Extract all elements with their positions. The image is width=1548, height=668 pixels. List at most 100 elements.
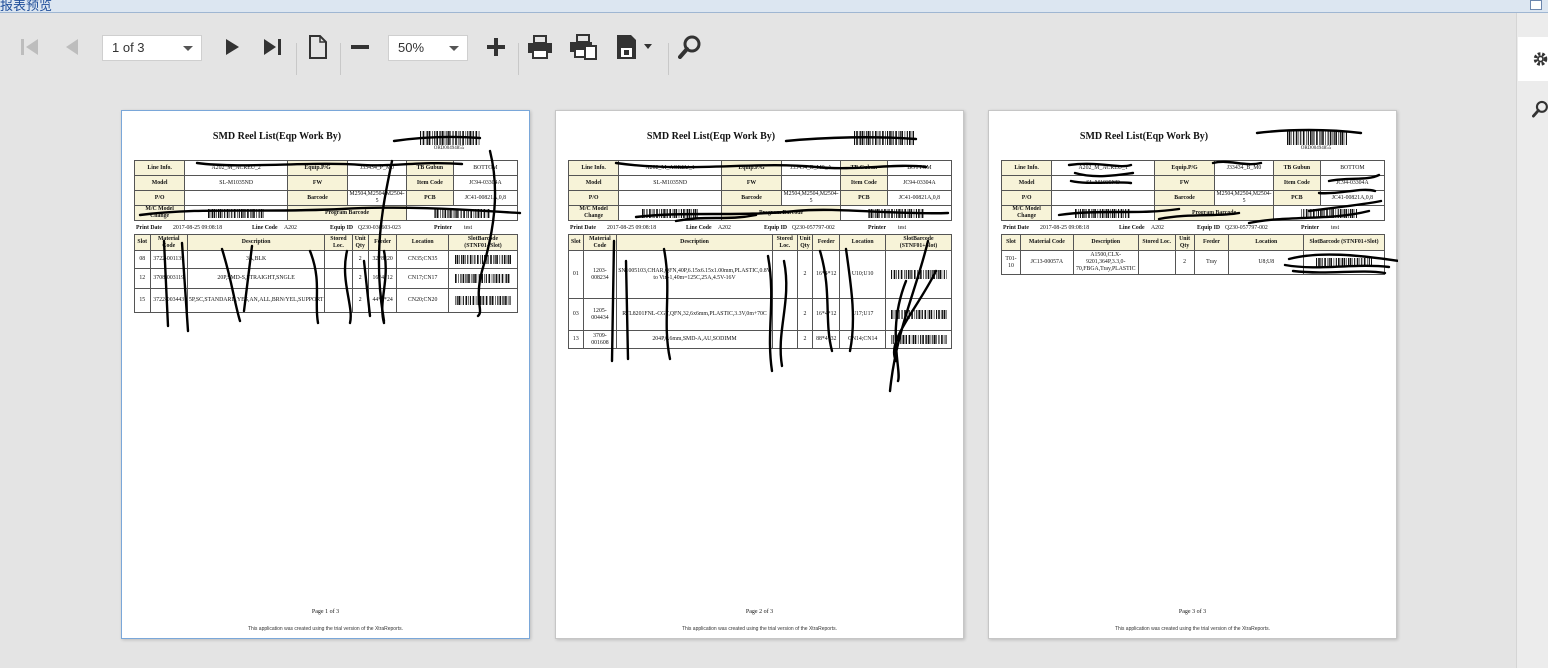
feeder-cell: 44*4*24	[367, 288, 398, 313]
window-titlebar: 报表预览	[0, 0, 1548, 13]
equip-id-label: Equip ID	[764, 225, 788, 231]
line-info-value: A202_M_ACREU_1	[1051, 160, 1156, 176]
column-header: Feeder	[1193, 234, 1230, 251]
feeder-cell: 32*8*20	[367, 250, 398, 269]
barcode-image	[867, 208, 924, 218]
barcode-image	[420, 131, 480, 145]
zoom-in-icon[interactable]	[482, 13, 510, 81]
tb-gubun-label: TB Gubun	[1272, 160, 1321, 176]
location-cell: CN14;CN14	[839, 330, 886, 349]
line-code-value: A202	[284, 225, 297, 231]
mc-model-change-label: M/C Model Change	[133, 205, 186, 221]
report-page-1[interactable]: SMD Reel List(Eqp Work By) ORD00494855 L…	[121, 110, 530, 639]
stored-loc-cell	[324, 250, 353, 269]
column-header: Unit Qty	[1174, 234, 1195, 251]
report-page-2[interactable]: SMD Reel List(Eqp Work By) Line Info. A2…	[555, 110, 964, 639]
po-label: P/O	[567, 190, 620, 206]
slot-cell: 12	[134, 268, 151, 289]
description-cell: 5P,SC,STANDARD,YES,AN,ALL,BRN/YEL,SUPPOR…	[186, 288, 326, 313]
export-icon[interactable]	[612, 13, 658, 81]
preview-toolbar: 1 of 3 50%	[0, 13, 1516, 81]
item-code-value: JC94-03304A	[886, 175, 953, 191]
material-code-cell: JC13-00057A	[1019, 250, 1074, 275]
stored-loc-cell	[1137, 250, 1176, 275]
zoom-selector-value: 50%	[398, 40, 425, 55]
stored-loc-cell	[771, 298, 798, 331]
equip-id-value: Q230-057797-002	[792, 225, 835, 231]
window-control-button[interactable]	[1530, 0, 1542, 10]
column-header: Material Code	[582, 234, 618, 251]
zoom-selector[interactable]: 50%	[388, 35, 468, 61]
barcode-image	[208, 208, 265, 218]
table-row: 01 1203-008234 SN1005103,CHAR,QFN,40P,6.…	[568, 250, 952, 299]
info-table: Line Info. A202_M_ACREU_1 Equip.P/G J334…	[1000, 160, 1386, 221]
program-barcode-cell	[1272, 205, 1386, 221]
search-tab[interactable]	[1518, 87, 1548, 131]
page-selector[interactable]: 1 of 3	[102, 35, 202, 61]
column-header: Material Code	[149, 234, 188, 251]
po-value	[184, 190, 289, 206]
material-code-cell: 1205-004434	[582, 298, 618, 331]
model-label: Model	[567, 175, 620, 191]
mc-model-change-label: M/C Model Change	[1000, 205, 1053, 221]
slot-cell: 03	[568, 298, 584, 331]
column-header: Location	[839, 234, 886, 251]
search-icon	[1532, 100, 1548, 118]
column-header: Location	[396, 234, 449, 251]
toolbar-separator	[340, 43, 341, 75]
barcode-value: M2504,M2504,M2504-5	[347, 190, 407, 206]
last-page-icon[interactable]	[258, 13, 288, 81]
report-page-3[interactable]: SMD Reel List(Eqp Work By) ORD00494855 L…	[988, 110, 1398, 639]
fw-label: FW	[287, 175, 349, 191]
slot-barcode-cell	[885, 330, 952, 349]
print-date-label: Print Date	[136, 225, 162, 231]
print-date-value: 2017-08-25 09:08:18	[1040, 225, 1090, 231]
unit-qty-cell: 2	[796, 298, 814, 331]
line-code-value: A202	[1151, 225, 1164, 231]
line-code-label: Line Code	[252, 225, 278, 231]
column-header: Location	[1228, 234, 1305, 251]
toolbar-separator	[518, 43, 519, 75]
order-barcode-text: ORD00494855	[1300, 146, 1332, 151]
item-code-value: JC94-03304A	[452, 175, 519, 191]
mc-model-change-label: M/C Model Change	[567, 205, 620, 221]
next-page-icon[interactable]	[218, 13, 246, 81]
barcode-value: M2504,M2504,M2504-5	[781, 190, 841, 206]
table-row: 15 3722-003443 5P,SC,STANDARD,YES,AN,ALL…	[134, 288, 518, 313]
unit-qty-cell: 2	[796, 330, 814, 349]
barcode-image	[433, 208, 490, 218]
fw-label: FW	[1154, 175, 1216, 191]
slot-barcode-cell	[448, 268, 518, 289]
order-barcode-text: ORD00494855	[433, 146, 465, 151]
table-row: 12 3708-003119 20P,SMD-S,STRAIGHT,SNGLE …	[134, 268, 518, 289]
zoom-out-icon[interactable]	[346, 13, 374, 81]
previous-page-icon[interactable]	[58, 13, 86, 81]
equip-pg-label: Equip.P/G	[1154, 160, 1216, 176]
print-icon[interactable]	[524, 13, 556, 81]
barcode-image	[890, 310, 947, 319]
search-icon[interactable]	[676, 13, 704, 81]
first-page-icon[interactable]	[16, 13, 44, 81]
page-setup-icon[interactable]	[304, 13, 332, 81]
column-header: Unit Qty	[796, 234, 814, 251]
line-code-value: A202	[718, 225, 731, 231]
material-code-cell: 3709-001608	[582, 330, 618, 349]
page-number: Page 3 of 3	[1178, 609, 1207, 615]
item-code-label: Item Code	[839, 175, 888, 191]
page-selector-value: 1 of 3	[112, 40, 145, 55]
quick-print-icon[interactable]	[566, 13, 600, 81]
report-title: SMD Reel List(Eqp Work By)	[646, 131, 776, 142]
parameters-tab[interactable]	[1518, 37, 1548, 81]
report-title: SMD Reel List(Eqp Work By)	[1079, 131, 1209, 142]
slot-cell: 01	[568, 250, 584, 299]
barcode-image	[1316, 258, 1373, 267]
chevron-down-icon	[449, 46, 459, 51]
print-date-label: Print Date	[1003, 225, 1029, 231]
printer-label: Printer	[434, 225, 453, 231]
barcode-image	[854, 131, 914, 145]
model-label: Model	[1000, 175, 1053, 191]
po-label: P/O	[1000, 190, 1053, 206]
column-header: Stored Loc.	[324, 234, 353, 251]
reel-table: Slot Material Code Description Stored Lo…	[568, 234, 952, 349]
slot-cell: 08	[134, 250, 151, 269]
